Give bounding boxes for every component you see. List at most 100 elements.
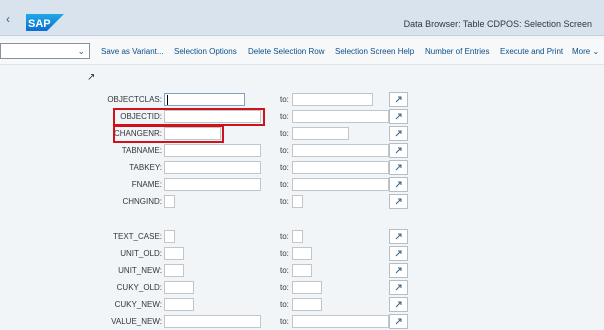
field-row-cuky-old: CUKY_OLD: to: [0, 280, 604, 295]
execute-and-print-button[interactable]: Execute and Print [500, 47, 563, 56]
multiple-selection-button[interactable] [389, 109, 408, 124]
multiple-selection-icon [395, 164, 402, 171]
field-row-fname: FNAME: to: [0, 177, 604, 192]
to-label: to: [280, 249, 289, 258]
field-label: VALUE_NEW: [111, 317, 162, 326]
to-label: to: [280, 266, 289, 275]
field-row-tabkey: TABKEY: to: [0, 160, 604, 175]
multiple-selection-icon [395, 267, 402, 274]
multiple-selection-button[interactable] [389, 229, 408, 244]
multiple-selection-button[interactable] [389, 160, 408, 175]
toolbar: ⌄ Save as Variant... Selection Options D… [0, 39, 604, 65]
field-row-text-case: TEXT_CASE: to: [0, 229, 604, 244]
unit-new-from-input[interactable] [164, 264, 184, 277]
multiple-selection-button[interactable] [389, 177, 408, 192]
value-new-to-input[interactable] [292, 315, 389, 328]
page-title: Data Browser: Table CDPOS: Selection Scr… [403, 19, 592, 29]
changenr-highlight-box [113, 125, 224, 143]
fname-from-input[interactable] [164, 178, 261, 191]
field-row-changenr: CHANGENR: to: [0, 126, 604, 141]
to-label: to: [280, 300, 289, 309]
chngind-from-input[interactable] [164, 195, 175, 208]
tabname-from-input[interactable] [164, 144, 261, 157]
to-label: to: [280, 112, 289, 121]
multiple-selection-icon [395, 284, 402, 291]
multiple-selection-icon [395, 198, 402, 205]
field-label: CUKY_OLD: [116, 283, 162, 292]
cuky-old-from-input[interactable] [164, 281, 194, 294]
multiple-selection-button[interactable] [389, 143, 408, 158]
to-label: to: [280, 283, 289, 292]
field-row-chngind: CHNGIND: to: [0, 194, 604, 209]
to-label: to: [280, 146, 289, 155]
fname-to-input[interactable] [292, 178, 389, 191]
field-row-unit-old: UNIT_OLD: to: [0, 246, 604, 261]
field-label: TEXT_CASE: [113, 232, 162, 241]
field-label: CUKY_NEW: [114, 300, 162, 309]
multiple-selection-icon [395, 113, 402, 120]
save-as-variant-button[interactable]: Save as Variant... [101, 47, 164, 56]
multiple-selection-button[interactable] [389, 246, 408, 261]
field-label: UNIT_OLD: [120, 249, 162, 258]
to-label: to: [280, 197, 289, 206]
more-label: More [572, 47, 591, 56]
field-label: OBJECTCLAS: [107, 95, 162, 104]
multiple-selection-icon [395, 147, 402, 154]
field-row-unit-new: UNIT_NEW: to: [0, 263, 604, 278]
text-case-to-input[interactable] [292, 230, 303, 243]
to-label: to: [280, 95, 289, 104]
shell-header: ‹ SAP Data Browser: Table CDPOS: Selecti… [0, 0, 604, 36]
to-label: to: [280, 317, 289, 326]
multiple-selection-button[interactable] [389, 280, 408, 295]
to-label: to: [280, 180, 289, 189]
objectid-to-input[interactable] [292, 110, 389, 123]
multiple-selection-icon [395, 130, 402, 137]
unit-old-from-input[interactable] [164, 247, 184, 260]
selection-options-button[interactable]: Selection Options [174, 47, 237, 56]
multiple-selection-button[interactable] [389, 126, 408, 141]
sap-logo: SAP [26, 14, 64, 31]
number-of-entries-button[interactable]: Number of Entries [425, 47, 489, 56]
multiple-selection-icon [395, 181, 402, 188]
multiple-selection-button[interactable] [389, 297, 408, 312]
more-button[interactable]: More ⌄ [572, 47, 599, 56]
text-caret [167, 95, 168, 105]
multiple-selection-button[interactable] [389, 194, 408, 209]
chngind-to-input[interactable] [292, 195, 303, 208]
multiple-selection-icon [395, 318, 402, 325]
field-row-objectid: OBJECTID: to: [0, 109, 604, 124]
cuky-new-to-input[interactable] [292, 298, 322, 311]
field-row-value-new: VALUE_NEW: to: [0, 314, 604, 329]
unit-new-to-input[interactable] [292, 264, 312, 277]
field-label: UNIT_NEW: [118, 266, 162, 275]
to-label: to: [280, 232, 289, 241]
tabkey-from-input[interactable] [164, 161, 261, 174]
multiple-selection-button[interactable] [389, 263, 408, 278]
variant-select[interactable]: ⌄ [0, 43, 90, 59]
delete-selection-row-button[interactable]: Delete Selection Row [248, 47, 324, 56]
field-row-objectclas: OBJECTCLAS: to: [0, 92, 604, 107]
unit-old-to-input[interactable] [292, 247, 312, 260]
field-label: FNAME: [131, 180, 162, 189]
cuky-old-to-input[interactable] [292, 281, 322, 294]
multiple-selection-button[interactable] [389, 92, 408, 107]
value-new-from-input[interactable] [164, 315, 261, 328]
chevron-down-icon: ⌄ [592, 47, 600, 56]
objectclas-from-input[interactable] [164, 93, 245, 106]
text-case-from-input[interactable] [164, 230, 175, 243]
multiple-selection-icon [395, 250, 402, 257]
back-icon[interactable]: ‹ [6, 13, 16, 25]
cuky-new-from-input[interactable] [164, 298, 194, 311]
multiple-selection-icon [395, 96, 402, 103]
objectid-highlight-box [113, 108, 265, 126]
field-label: CHNGIND: [122, 197, 162, 206]
mouse-pointer-icon: ↗ [87, 72, 96, 83]
changenr-to-input[interactable] [292, 127, 349, 140]
tabname-to-input[interactable] [292, 144, 389, 157]
field-row-cuky-new: CUKY_NEW: to: [0, 297, 604, 312]
objectclas-to-input[interactable] [292, 93, 373, 106]
field-label: TABKEY: [129, 163, 162, 172]
selection-screen-help-button[interactable]: Selection Screen Help [335, 47, 414, 56]
multiple-selection-button[interactable] [389, 314, 408, 329]
tabkey-to-input[interactable] [292, 161, 389, 174]
